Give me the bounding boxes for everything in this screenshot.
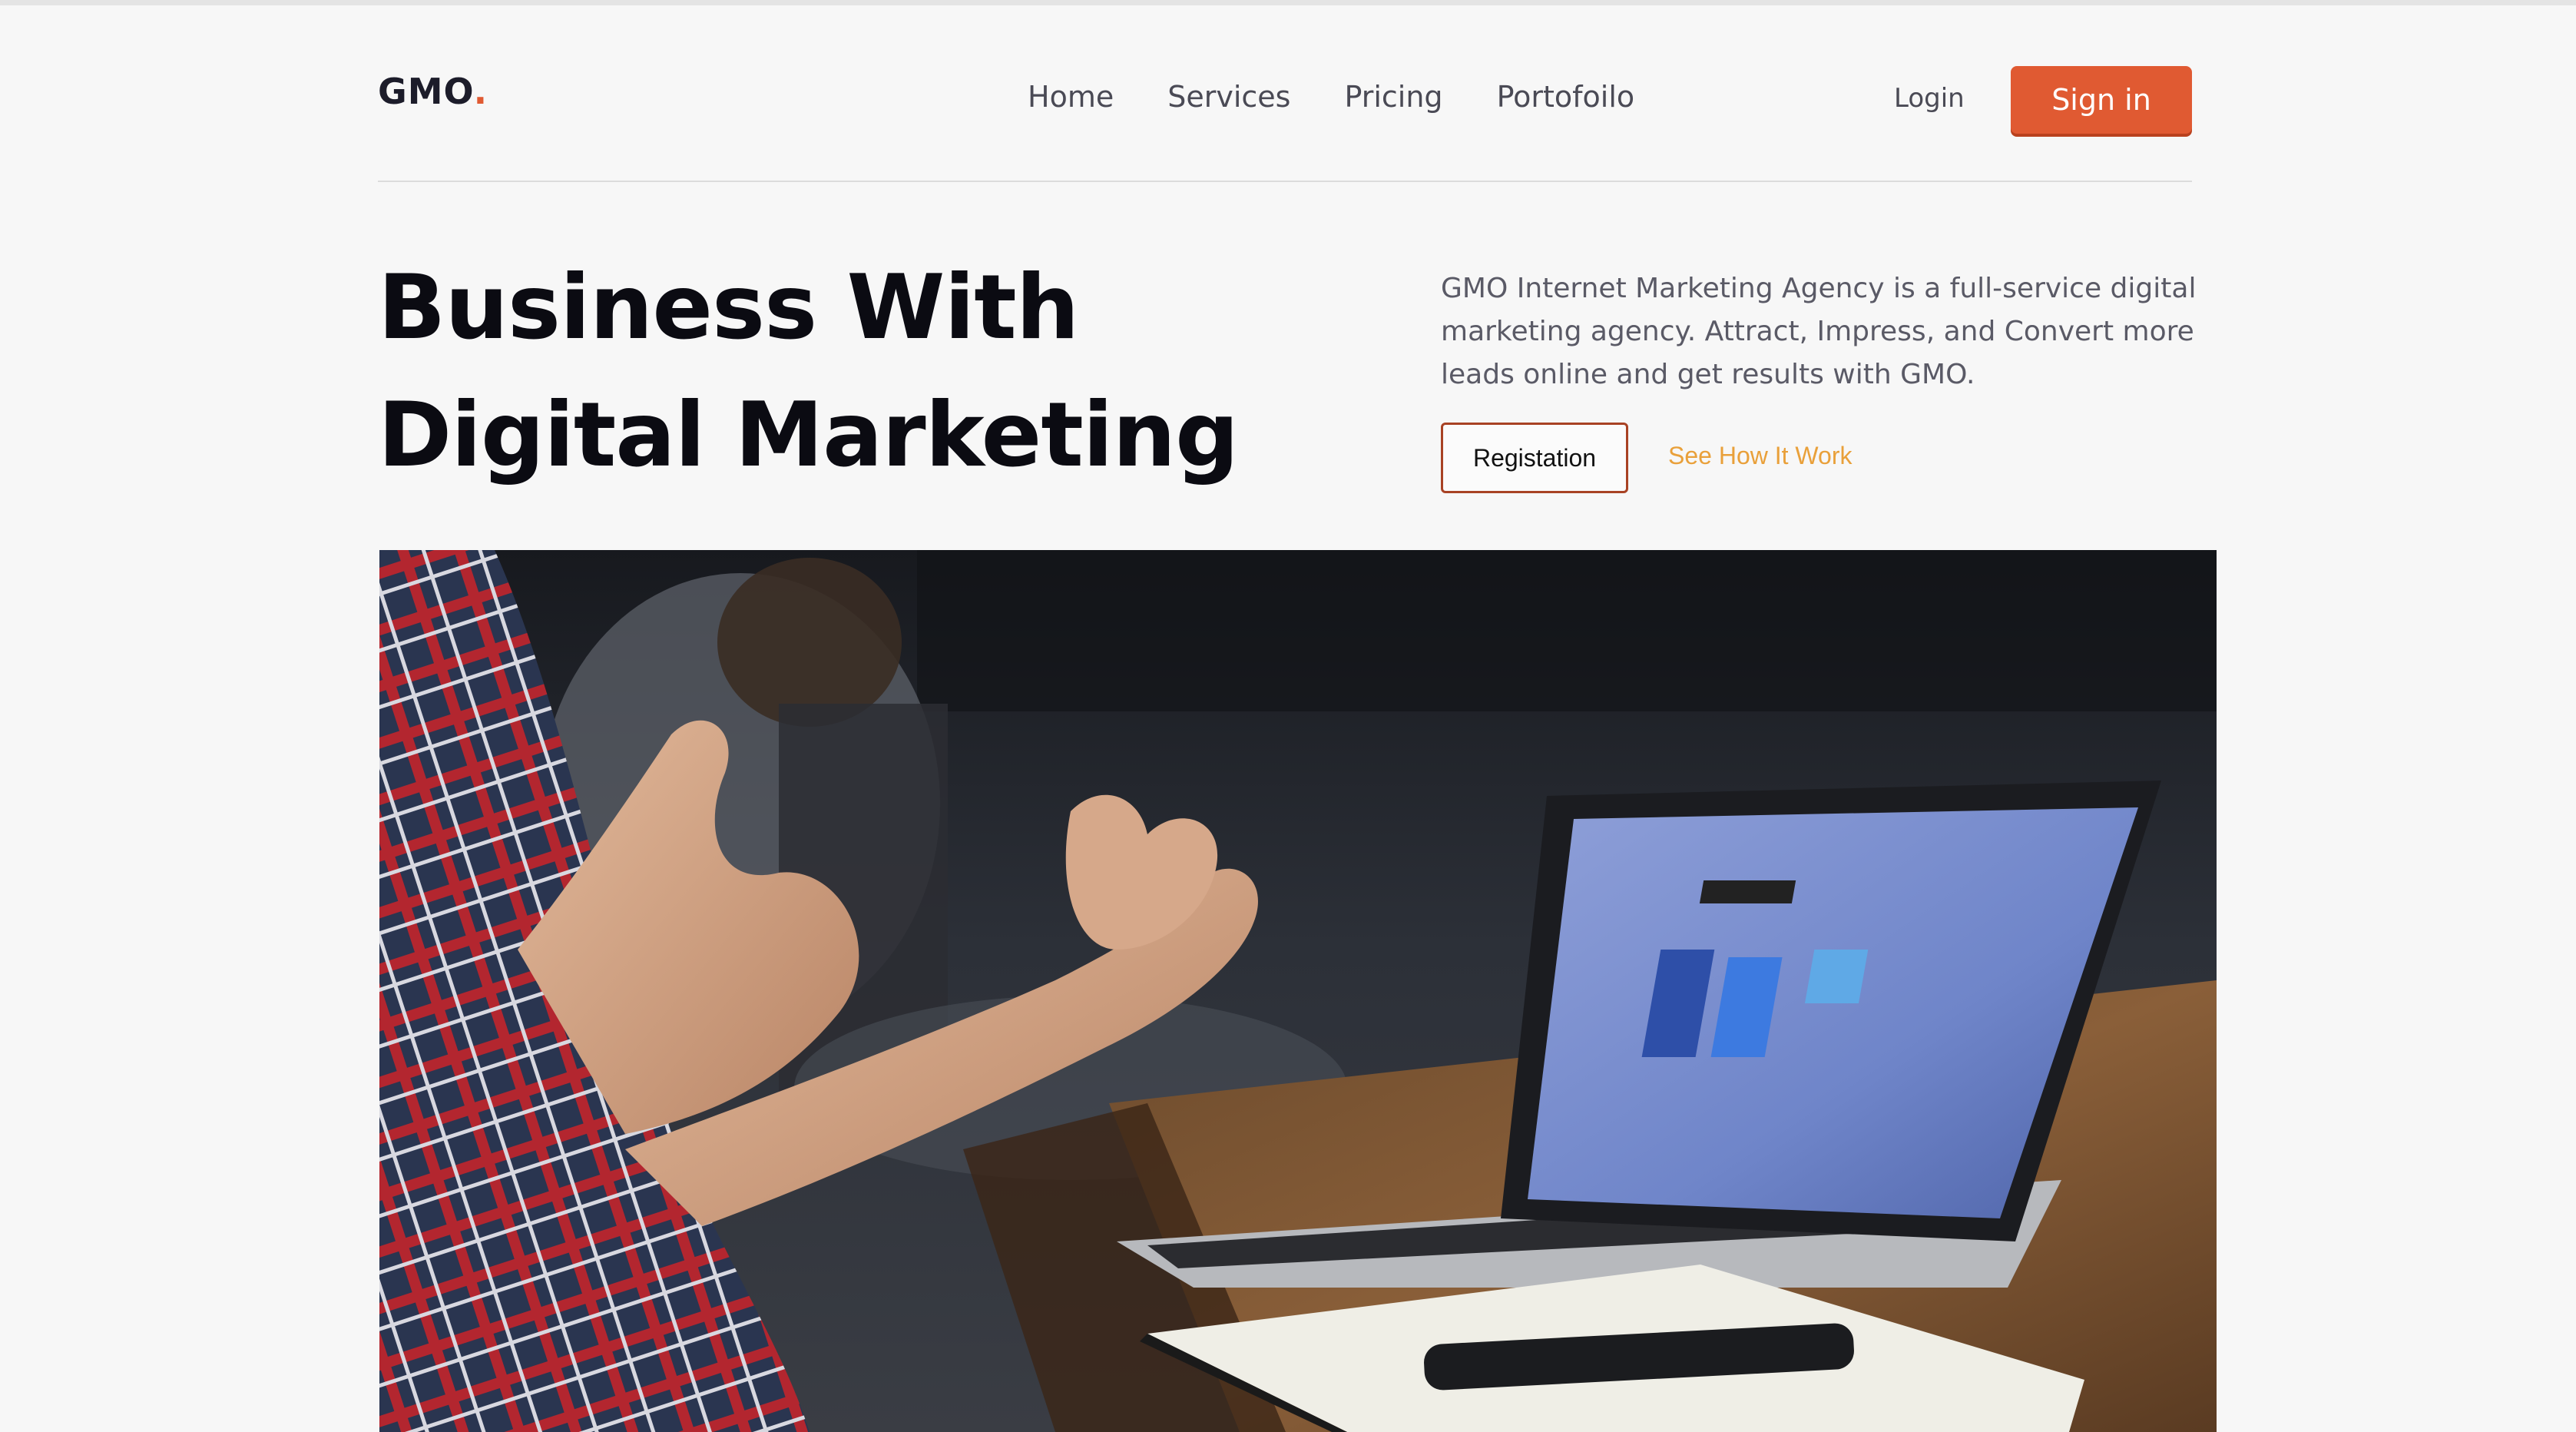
- hero-image: [379, 550, 2217, 1432]
- logo-text: GMO: [378, 71, 474, 112]
- main-nav: Home Services Pricing Portofoilo: [1028, 80, 1634, 114]
- header-divider: [378, 181, 2192, 182]
- nav-item-portfolio[interactable]: Portofoilo: [1497, 80, 1635, 114]
- login-link[interactable]: Login: [1894, 83, 1965, 114]
- nav-item-pricing[interactable]: Pricing: [1344, 80, 1442, 114]
- signin-button[interactable]: Sign in: [2011, 66, 2192, 134]
- hero-title-line2: Digital Marketing: [378, 383, 1239, 487]
- hero-title: Business With Digital Marketing: [378, 244, 1392, 499]
- hero-title-line1: Business With: [378, 256, 1079, 360]
- nav-item-services[interactable]: Services: [1167, 80, 1290, 114]
- logo[interactable]: GMO.: [378, 71, 488, 112]
- logo-dot: .: [473, 71, 488, 112]
- registration-button[interactable]: Registation: [1441, 423, 1628, 493]
- nav-item-home[interactable]: Home: [1028, 80, 1114, 114]
- hero-description: GMO Internet Marketing Agency is a full-…: [1441, 273, 2197, 390]
- top-border: [0, 0, 2576, 5]
- see-how-link[interactable]: See How It Work: [1668, 442, 1852, 470]
